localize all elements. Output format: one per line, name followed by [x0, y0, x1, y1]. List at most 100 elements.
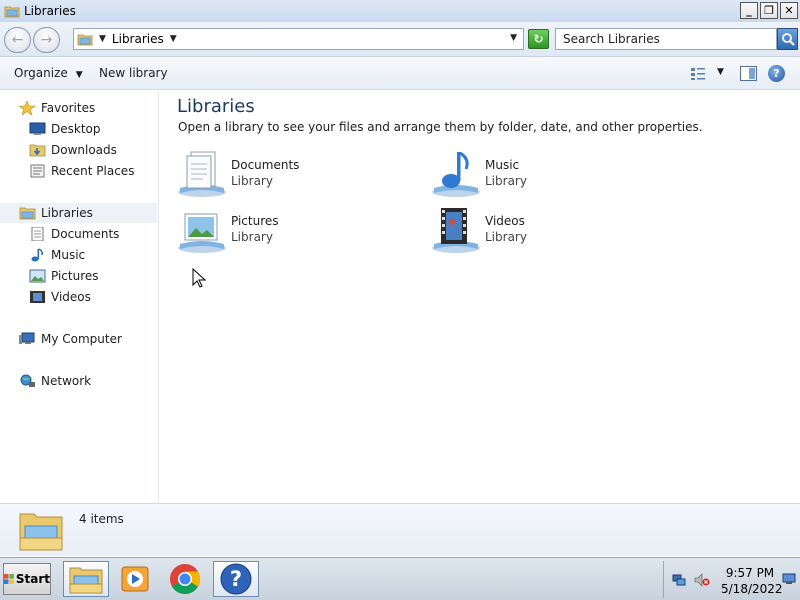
maximize-icon: ❐ [764, 4, 774, 17]
organize-button[interactable]: Organize ▼ [14, 66, 83, 80]
documents-icon [29, 226, 46, 242]
sidebar-item-libraries[interactable]: Libraries [0, 203, 157, 223]
library-name: Videos [485, 214, 525, 228]
sidebar-item-documents[interactable]: Documents [29, 224, 119, 244]
minimize-button[interactable]: _ [740, 2, 758, 19]
refresh-button[interactable]: ↻ [528, 29, 549, 49]
explorer-folder-icon [69, 567, 103, 594]
libraries-folder-icon [4, 6, 20, 18]
recent-places-icon [29, 164, 46, 178]
sidebar-item-recent-places[interactable]: Recent Places [29, 161, 134, 181]
sidebar-item-label: Downloads [51, 143, 117, 157]
clock-date: 5/18/2022 [721, 582, 783, 596]
library-name: Music [485, 158, 520, 172]
sidebar-item-network[interactable]: Network [19, 371, 91, 391]
breadcrumb-dropdown-icon[interactable]: ▼ [170, 34, 177, 44]
sidebar-item-downloads[interactable]: Downloads [29, 140, 117, 160]
library-type: Library [485, 230, 527, 244]
pictures-icon [29, 269, 46, 283]
item-count: 4 items [79, 512, 124, 526]
network-tray-icon[interactable] [672, 573, 686, 587]
sidebar-item-videos[interactable]: Videos [29, 287, 91, 307]
sidebar-item-label: Favorites [41, 101, 96, 115]
title-bar[interactable]: Libraries _ ❐ ✕ [0, 0, 800, 22]
sidebar-item-desktop[interactable]: Desktop [29, 119, 101, 139]
sidebar-item-label: Recent Places [51, 164, 135, 178]
media-player-icon [121, 566, 149, 592]
taskbar-explorer-button[interactable] [63, 561, 109, 597]
pictures-library-icon [178, 213, 226, 253]
clock[interactable]: 9:57 PM 5/18/2022 [721, 565, 783, 597]
search-icon [781, 33, 795, 46]
library-item-music[interactable]: Music Library [431, 150, 651, 198]
taskbar-chrome-button[interactable] [162, 561, 208, 597]
sidebar-item-pictures[interactable]: Pictures [29, 266, 99, 286]
library-item-pictures[interactable]: Pictures Library [177, 206, 397, 254]
close-button[interactable]: ✕ [780, 2, 798, 19]
breadcrumb[interactable]: Libraries [112, 32, 164, 46]
search-input[interactable]: Search Libraries [555, 28, 777, 50]
sidebar-item-label: My Computer [41, 332, 122, 346]
search-button[interactable] [777, 28, 798, 50]
taskbar-help-button[interactable]: ? [213, 561, 259, 597]
breadcrumb-separator-icon[interactable]: ▼ [99, 34, 106, 44]
library-type: Library [485, 174, 527, 188]
preview-pane-button[interactable] [740, 66, 757, 81]
windows-flag-icon [4, 574, 14, 584]
mouse-cursor-icon [192, 268, 206, 288]
chevron-down-icon: ▼ [75, 70, 83, 80]
sidebar-item-my-computer[interactable]: My Computer [19, 329, 122, 349]
desktop-icon [29, 122, 46, 136]
libraries-folder-icon [19, 513, 63, 551]
minimize-icon: _ [746, 4, 752, 17]
show-desktop-icon[interactable] [782, 573, 796, 585]
refresh-icon: ↻ [533, 32, 544, 46]
details-pane: 4 items [0, 503, 800, 556]
library-item-documents[interactable]: Documents Library [177, 150, 397, 198]
sidebar-item-label: Videos [51, 290, 91, 304]
documents-library-icon [178, 151, 226, 197]
forward-button[interactable]: → [33, 27, 60, 53]
sidebar-item-label: Network [41, 374, 92, 388]
computer-icon [19, 332, 36, 346]
close-icon: ✕ [784, 4, 794, 17]
network-icon [19, 374, 36, 388]
help-icon: ? [773, 67, 780, 80]
downloads-icon [29, 143, 46, 157]
svg-text:?: ? [230, 567, 242, 591]
sidebar-item-label: Pictures [51, 269, 99, 283]
libraries-folder-icon [19, 206, 36, 220]
help-button[interactable]: ? [768, 65, 785, 82]
address-bar[interactable]: ▼ Libraries ▼ ▼ [73, 28, 524, 50]
library-name: Pictures [231, 214, 279, 228]
sidebar-item-label: Documents [51, 227, 120, 241]
change-view-icon[interactable] [690, 66, 706, 81]
help-support-icon: ? [220, 563, 252, 595]
sidebar-item-label: Desktop [51, 122, 101, 136]
organize-label: Organize [14, 66, 68, 80]
sidebar-item-favorites[interactable]: Favorites [18, 98, 96, 118]
maximize-button[interactable]: ❐ [760, 2, 778, 19]
address-history-dropdown-icon[interactable]: ▼ [510, 33, 517, 43]
sidebar-item-label: Libraries [41, 206, 93, 220]
volume-muted-icon[interactable] [694, 573, 710, 587]
content-area: Libraries Open a library to see your fil… [160, 91, 800, 502]
view-options-dropdown-icon[interactable]: ▼ [717, 67, 724, 77]
library-item-videos[interactable]: Videos Library [431, 206, 651, 254]
taskbar: Start ? 9:57 PM 5/18/2022 [0, 557, 800, 600]
start-label: Start [15, 572, 50, 586]
library-type: Library [231, 174, 273, 188]
start-button[interactable]: Start [3, 563, 51, 595]
command-toolbar: Organize ▼ New library ▼ ? [0, 58, 800, 90]
new-library-button[interactable]: New library [99, 66, 168, 80]
address-row: ← → ▼ Libraries ▼ ▼ ↻ Search Libraries [0, 22, 800, 57]
videos-library-icon [432, 208, 480, 253]
taskbar-media-player-button[interactable] [112, 561, 158, 597]
videos-icon [29, 290, 46, 304]
back-arrow-icon: ← [11, 32, 24, 48]
chrome-icon [170, 564, 201, 595]
back-button[interactable]: ← [4, 27, 31, 53]
navigation-pane: Favorites Desktop Downloads Recent Place… [0, 91, 159, 502]
window-title: Libraries [24, 4, 76, 18]
sidebar-item-music[interactable]: Music [29, 245, 85, 265]
